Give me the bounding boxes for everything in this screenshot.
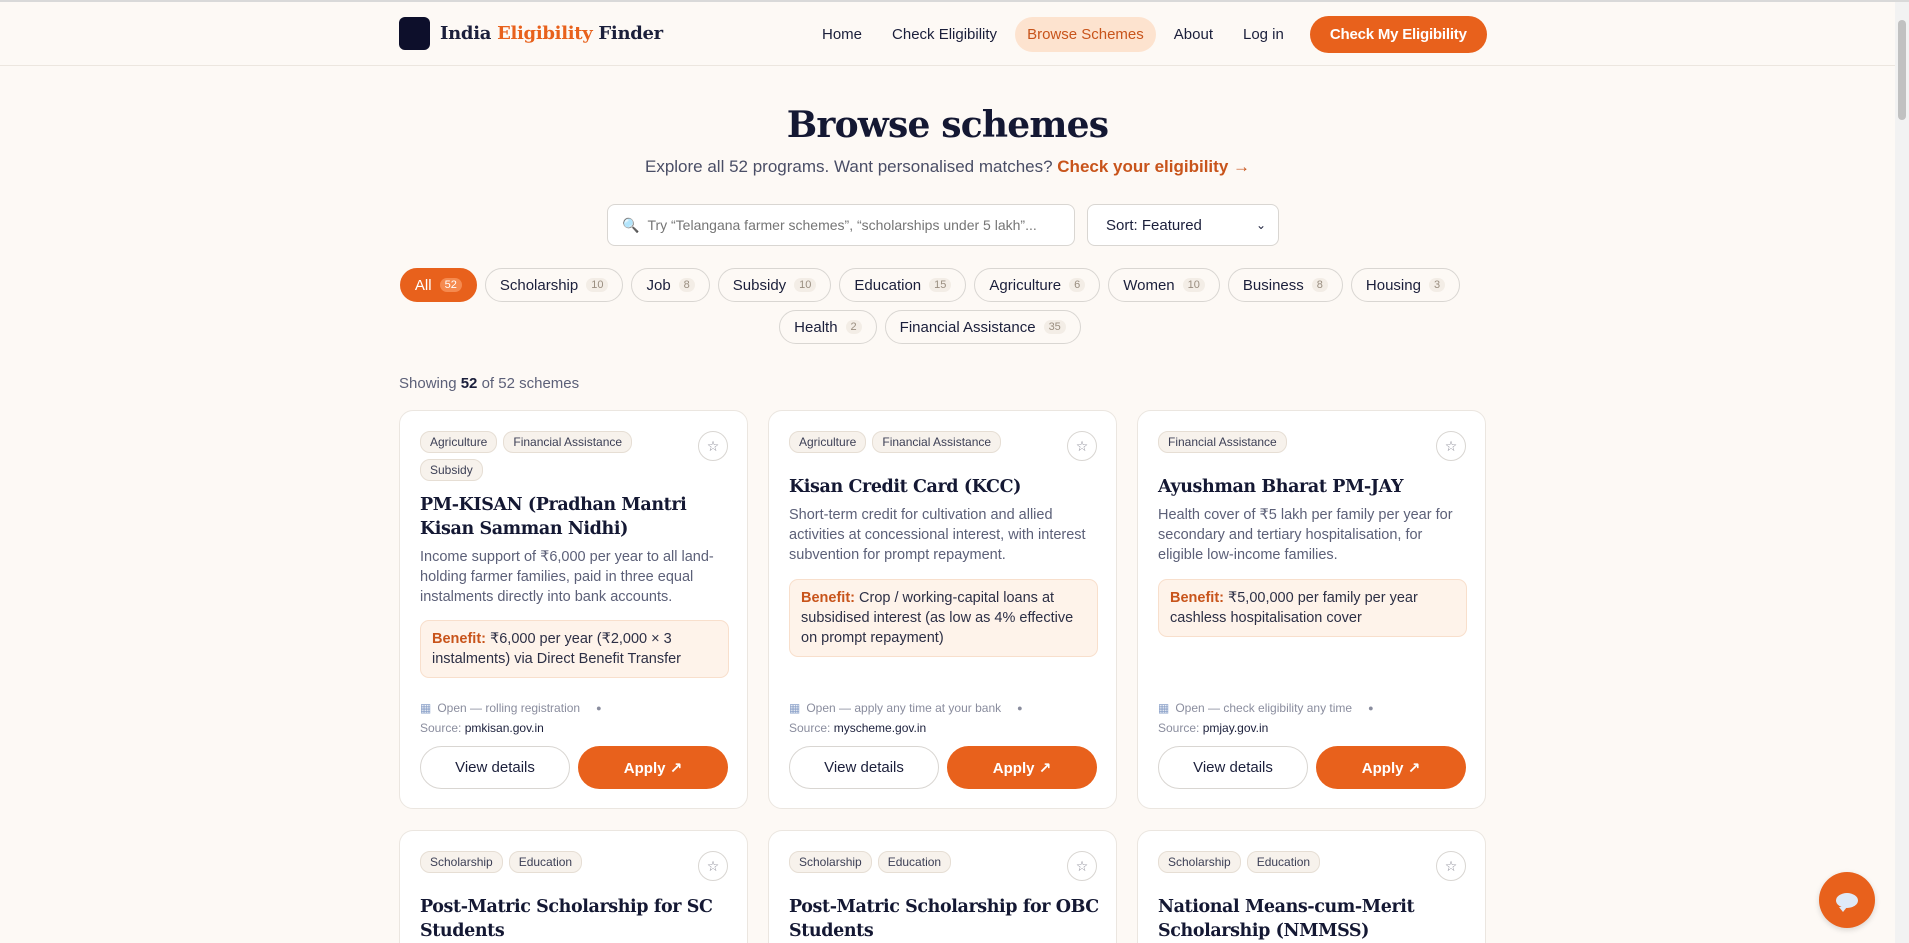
scheme-status: ▦ Open — check eligibility any time ●: [1158, 701, 1374, 715]
category-tag: Agriculture: [420, 431, 498, 453]
card-tags: Scholarship Education: [420, 851, 680, 873]
filter-chip-job[interactable]: Job 8: [631, 268, 710, 302]
category-tag: Scholarship: [1158, 851, 1241, 873]
view-details-button[interactable]: View details: [420, 746, 570, 789]
scheme-description: Short-term credit for cultivation and al…: [789, 507, 1086, 563]
star-icon[interactable]: ☆: [698, 851, 728, 881]
main-nav: Home Check Eligibility Browse Schemes Ab…: [810, 16, 1487, 53]
category-tag: Financial Assistance: [1158, 431, 1287, 453]
scheme-source: Source: myscheme.gov.in: [789, 721, 927, 735]
category-tag: Financial Assistance: [503, 431, 633, 453]
scheme-benefit: Benefit: Crop / working-capital loans at…: [789, 579, 1098, 657]
search-input[interactable]: [647, 217, 1048, 233]
category-tag: Financial Assistance: [872, 431, 1002, 453]
scheme-title: Post-Matric Scholarship for SC Students: [420, 897, 713, 941]
source-link[interactable]: pmjay.gov.in: [1203, 721, 1269, 735]
view-details-button[interactable]: View details: [1158, 746, 1308, 789]
nav-home[interactable]: Home: [810, 17, 874, 52]
scheme-description: Income support of ₹6,000 per year to all…: [420, 549, 714, 605]
scheme-card: Agriculture Financial Assistance ☆ Kisan…: [768, 410, 1117, 809]
page-subtitle: Explore all 52 programs. Want personalis…: [644, 157, 1250, 176]
filter-chip-agriculture[interactable]: Agriculture 6: [974, 268, 1101, 302]
scheme-source: Source: pmkisan.gov.in: [420, 721, 544, 735]
filter-chip-health[interactable]: Health 2: [779, 310, 877, 344]
scheme-benefit: Benefit: ₹5,00,000 per family per year c…: [1158, 579, 1467, 637]
sort-selected-value: Sort: Featured: [1106, 216, 1202, 234]
nav-about[interactable]: About: [1162, 17, 1225, 52]
nav-browse-schemes[interactable]: Browse Schemes: [1015, 17, 1156, 52]
filter-chip-financial-assistance[interactable]: Financial Assistance 35: [884, 310, 1081, 344]
card-tags: Scholarship Education: [789, 851, 1049, 873]
filter-chip-education[interactable]: Education 15: [839, 268, 967, 302]
search-box[interactable]: 🔍: [607, 204, 1075, 246]
category-filters: All 52 Scholarship 10 Job 8 Subsidy 10 Educa…: [380, 268, 1480, 344]
brand-logo-icon: [399, 17, 430, 50]
sort-select[interactable]: Sort: Featured ⌄: [1087, 204, 1279, 246]
card-tags: Agriculture Financial Assistance Subsidy: [420, 431, 680, 481]
chat-launcher-button[interactable]: [1819, 872, 1875, 928]
category-tag: Subsidy: [420, 459, 483, 481]
scheme-card: Agriculture Financial Assistance Subsidy…: [399, 410, 748, 809]
scheme-title: Ayushman Bharat PM-JAY: [1158, 477, 1404, 497]
apply-button[interactable]: Apply ↗: [947, 746, 1097, 789]
nav-check-eligibility[interactable]: Check Eligibility: [880, 17, 1009, 52]
category-tag: Scholarship: [420, 851, 503, 873]
source-link[interactable]: myscheme.gov.in: [834, 721, 926, 735]
filter-chip-scholarship[interactable]: Scholarship 10: [484, 268, 624, 302]
filter-chip-subsidy[interactable]: Subsidy 10: [717, 268, 832, 302]
category-tag: Education: [508, 851, 583, 873]
source-link[interactable]: pmkisan.gov.in: [465, 721, 544, 735]
view-details-button[interactable]: View details: [789, 746, 939, 789]
chevron-down-icon: ⌄: [1255, 218, 1266, 232]
search-icon: 🔍: [622, 216, 640, 233]
star-icon[interactable]: ☆: [1067, 851, 1097, 881]
page-title: Browse schemes: [786, 104, 1109, 146]
card-tags: Agriculture Financial Assistance: [789, 431, 1049, 453]
check-your-eligibility-link[interactable]: Check your eligibility →: [1057, 157, 1250, 176]
filter-chip-women[interactable]: Women 10: [1108, 268, 1220, 302]
results-count: Showing 52 of 52 schemes: [399, 375, 580, 392]
star-icon[interactable]: ☆: [1436, 851, 1466, 881]
filter-chip-housing[interactable]: Housing 3: [1350, 268, 1461, 302]
scheme-card: Scholarship Education ☆ National Means-c…: [1137, 830, 1486, 943]
brand-name: India Eligibility Finder: [440, 23, 663, 44]
category-tag: Education: [1246, 851, 1321, 873]
card-tags: Scholarship Education: [1158, 851, 1418, 873]
site-header: India Eligibility Finder Home Check Elig…: [0, 2, 1895, 66]
category-tag: Scholarship: [789, 851, 872, 873]
scheme-description: Health cover of ₹5 lakh per family per y…: [1158, 507, 1453, 563]
star-icon[interactable]: ☆: [1436, 431, 1466, 461]
calendar-icon: ▦: [420, 701, 432, 715]
apply-button[interactable]: Apply ↗: [578, 746, 728, 789]
scheme-title: Kisan Credit Card (KCC): [789, 477, 1021, 497]
scheme-title: National Means-cum-Merit Scholarship (NM…: [1158, 897, 1415, 941]
filter-chip-business[interactable]: Business 8: [1227, 268, 1343, 302]
star-icon[interactable]: ☆: [698, 431, 728, 461]
scheme-title: Post-Matric Scholarship for OBC Students: [789, 897, 1099, 941]
nav-login[interactable]: Log in: [1231, 17, 1296, 52]
scrollbar-thumb[interactable]: [1898, 20, 1906, 120]
scheme-benefit: Benefit: ₹6,000 per year (₹2,000 × 3 ins…: [420, 620, 729, 678]
scheme-status: ▦ Open — apply any time at your bank ●: [789, 701, 1023, 715]
category-tag: Education: [877, 851, 952, 873]
scheme-card: Scholarship Education ☆ Post-Matric Scho…: [768, 830, 1117, 943]
apply-button[interactable]: Apply ↗: [1316, 746, 1466, 789]
scheme-status: ▦ Open — rolling registration ●: [420, 701, 602, 715]
scheme-card: Financial Assistance ☆ Ayushman Bharat P…: [1137, 410, 1486, 809]
card-tags: Financial Assistance: [1158, 431, 1418, 453]
scheme-title: PM-KISAN (Pradhan Mantri Kisan Samman Ni…: [420, 495, 687, 539]
category-tag: Agriculture: [789, 431, 867, 453]
calendar-icon: ▦: [1158, 701, 1170, 715]
scheme-source: Source: pmjay.gov.in: [1158, 721, 1269, 735]
brand-logo-link[interactable]: India Eligibility Finder: [399, 17, 663, 50]
star-icon[interactable]: ☆: [1067, 431, 1097, 461]
calendar-icon: ▦: [789, 701, 801, 715]
check-my-eligibility-button[interactable]: Check My Eligibility: [1309, 16, 1487, 53]
chat-bubble-icon: [1836, 892, 1858, 912]
page-scrollbar[interactable]: [1895, 2, 1909, 943]
scheme-card: Scholarship Education ☆ Post-Matric Scho…: [399, 830, 748, 943]
filter-chip-all[interactable]: All 52: [399, 268, 477, 302]
